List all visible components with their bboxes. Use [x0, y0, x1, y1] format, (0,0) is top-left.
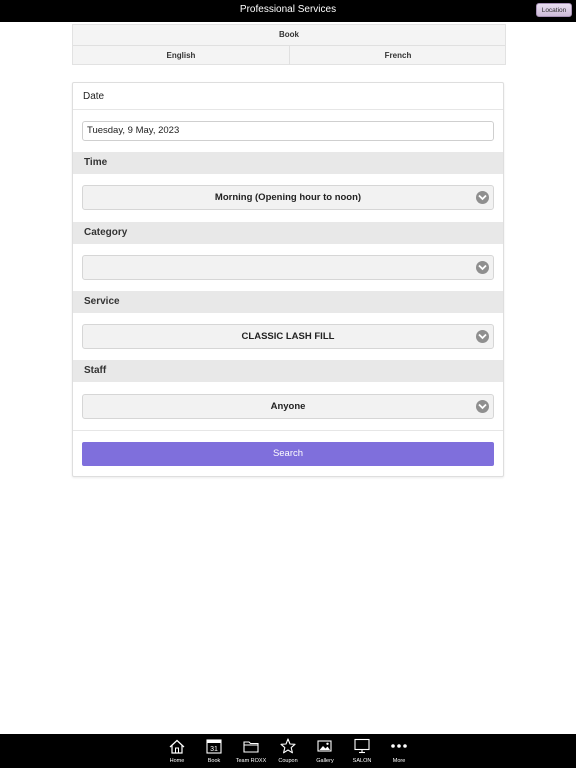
divider — [73, 430, 503, 431]
search-button[interactable]: Search — [82, 442, 494, 466]
top-bar: Professional Services Location — [0, 0, 576, 22]
page-title: Professional Services — [239, 4, 337, 15]
divider — [73, 109, 503, 110]
date-label: Date — [83, 91, 105, 102]
calendar-icon: 31 — [196, 737, 232, 755]
location-button[interactable]: Location — [536, 3, 572, 17]
time-label: Time — [73, 152, 503, 174]
more-icon — [381, 737, 417, 755]
nav-label: More — [392, 758, 406, 764]
chevron-down-icon — [476, 400, 489, 413]
staff-select[interactable]: Anyone — [82, 394, 494, 419]
nav-home[interactable]: Home — [159, 737, 195, 764]
category-label: Category — [73, 222, 503, 244]
book-title: Book — [73, 25, 505, 46]
nav-label: Team ROXX — [235, 758, 267, 764]
nav-gallery[interactable]: Gallery — [307, 737, 343, 764]
nav-book[interactable]: 31 Book — [196, 737, 232, 764]
staff-select-value: Anyone — [270, 401, 306, 412]
nav-label: Gallery — [316, 758, 334, 764]
nav-label: Book — [207, 758, 221, 764]
nav-label: SALON — [352, 758, 372, 764]
service-select-value: CLASSIC LASH FILL — [241, 331, 335, 342]
book-header: Book English French — [72, 24, 506, 65]
nav-label: Home — [169, 758, 185, 764]
star-icon — [270, 737, 306, 755]
chevron-down-icon — [476, 191, 489, 204]
service-label: Service — [73, 291, 503, 313]
nav-coupon[interactable]: Coupon — [270, 737, 306, 764]
time-select-value: Morning (Opening hour to noon) — [214, 192, 362, 203]
svg-text:31: 31 — [210, 746, 218, 753]
nav-more[interactable]: More — [381, 737, 417, 764]
gallery-icon — [307, 737, 343, 755]
booking-form: Date Tuesday, 9 May, 2023 Time Morning (… — [72, 82, 504, 477]
nav-salon[interactable]: SALON — [344, 737, 380, 764]
service-select[interactable]: CLASSIC LASH FILL — [82, 324, 494, 349]
home-icon — [159, 737, 195, 755]
category-select[interactable] — [82, 255, 494, 280]
staff-label: Staff — [73, 360, 503, 382]
chevron-down-icon — [476, 330, 489, 343]
date-field[interactable]: Tuesday, 9 May, 2023 — [82, 121, 494, 141]
nav-label: Coupon — [278, 758, 298, 764]
folder-icon — [233, 737, 269, 755]
time-select[interactable]: Morning (Opening hour to noon) — [82, 185, 494, 210]
chevron-down-icon — [476, 261, 489, 274]
monitor-icon — [344, 737, 380, 755]
tab-english[interactable]: English — [73, 46, 290, 65]
tab-french[interactable]: French — [290, 46, 506, 65]
bottom-nav: Home 31 Book Team ROXX Coupon Gallery SA… — [0, 734, 576, 768]
nav-team[interactable]: Team ROXX — [233, 737, 269, 764]
